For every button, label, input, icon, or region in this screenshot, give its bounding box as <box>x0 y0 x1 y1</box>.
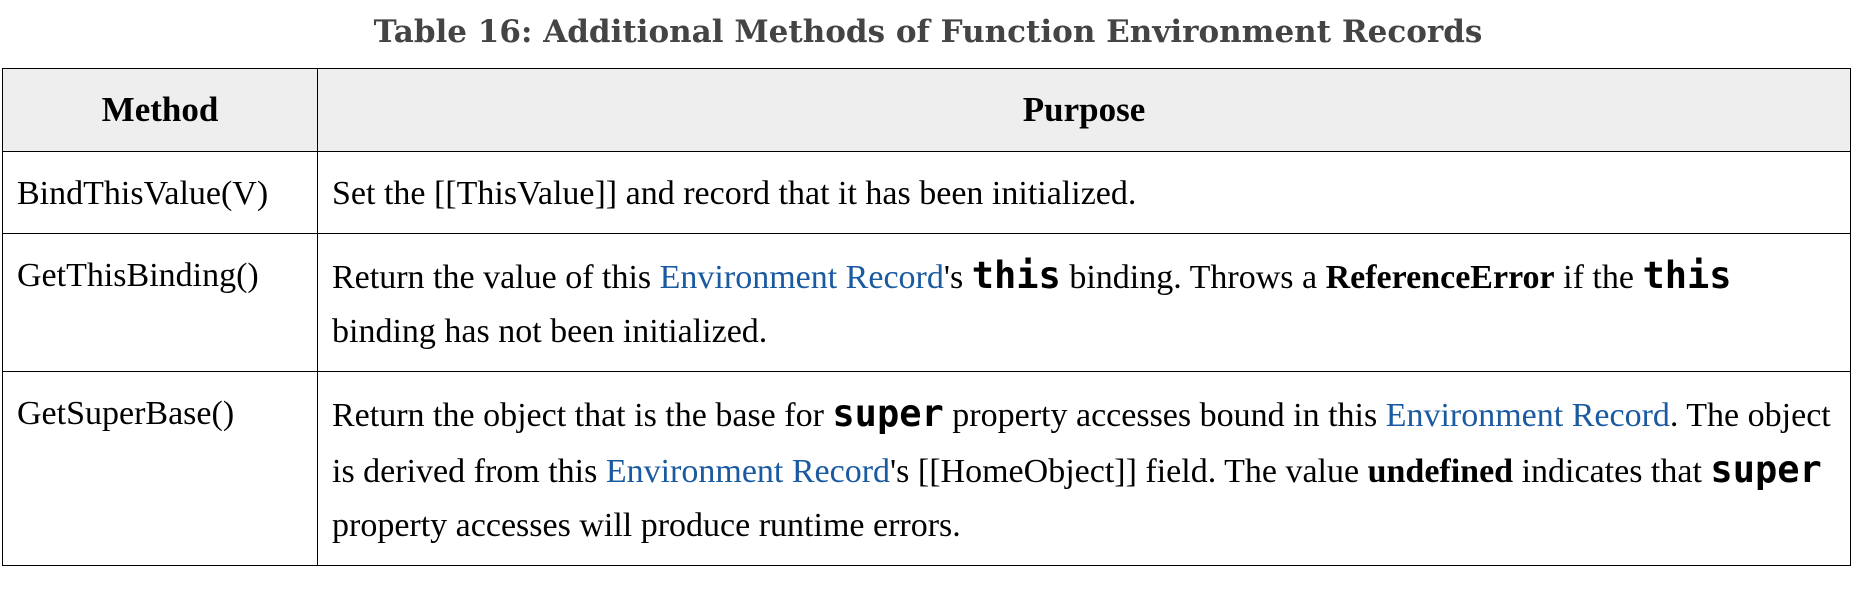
method-name-cell: GetThisBinding() <box>2 233 318 372</box>
purpose-text: binding. Throws a <box>1060 259 1326 296</box>
purpose-text: property accesses bound in this <box>943 397 1386 434</box>
purpose-text: Set the [[ThisValue]] and record that it… <box>332 175 1137 212</box>
purpose-text: binding has not been initialized. <box>332 313 768 350</box>
purpose-text: if the <box>1554 259 1643 296</box>
method-name-cell: BindThisValue(V) <box>2 151 318 234</box>
purpose-text: indicates that <box>1513 453 1711 490</box>
bold-term: undefined <box>1367 453 1514 490</box>
table-row: GetSuperBase() Return the object that is… <box>2 371 1851 566</box>
purpose-cell: Set the [[ThisValue]] and record that it… <box>317 151 1851 234</box>
code-keyword: super <box>1710 448 1822 491</box>
method-name-cell: GetSuperBase() <box>2 371 318 566</box>
code-keyword: this <box>971 254 1061 297</box>
purpose-text: 's <box>943 259 972 296</box>
bold-term: ReferenceError <box>1325 259 1555 296</box>
table-row: BindThisValue(V) Set the [[ThisValue]] a… <box>2 151 1851 234</box>
table-figure: Table 16: Additional Methods of Function… <box>0 0 1856 592</box>
table-caption: Table 16: Additional Methods of Function… <box>373 14 1483 50</box>
purpose-cell: Return the object that is the base for s… <box>317 371 1851 566</box>
column-header-method: Method <box>2 68 318 152</box>
purpose-text: Return the object that is the base for <box>332 397 833 434</box>
code-keyword: super <box>832 392 944 435</box>
code-keyword: this <box>1642 254 1732 297</box>
environment-record-link[interactable]: Environment Record <box>1386 397 1670 434</box>
purpose-text: 's [[HomeObject]] field. The value <box>890 453 1368 490</box>
table-header-row: Method Purpose <box>2 68 1851 152</box>
environment-record-link[interactable]: Environment Record <box>660 259 944 296</box>
purpose-text: property accesses will produce runtime e… <box>332 507 961 544</box>
purpose-cell: Return the value of this Environment Rec… <box>317 233 1851 372</box>
table-row: GetThisBinding() Return the value of thi… <box>2 233 1851 372</box>
environment-record-link[interactable]: Environment Record <box>606 453 890 490</box>
methods-table: Method Purpose BindThisValue(V) Set the … <box>2 68 1851 566</box>
column-header-purpose: Purpose <box>317 68 1851 152</box>
purpose-text: Return the value of this <box>332 259 660 296</box>
